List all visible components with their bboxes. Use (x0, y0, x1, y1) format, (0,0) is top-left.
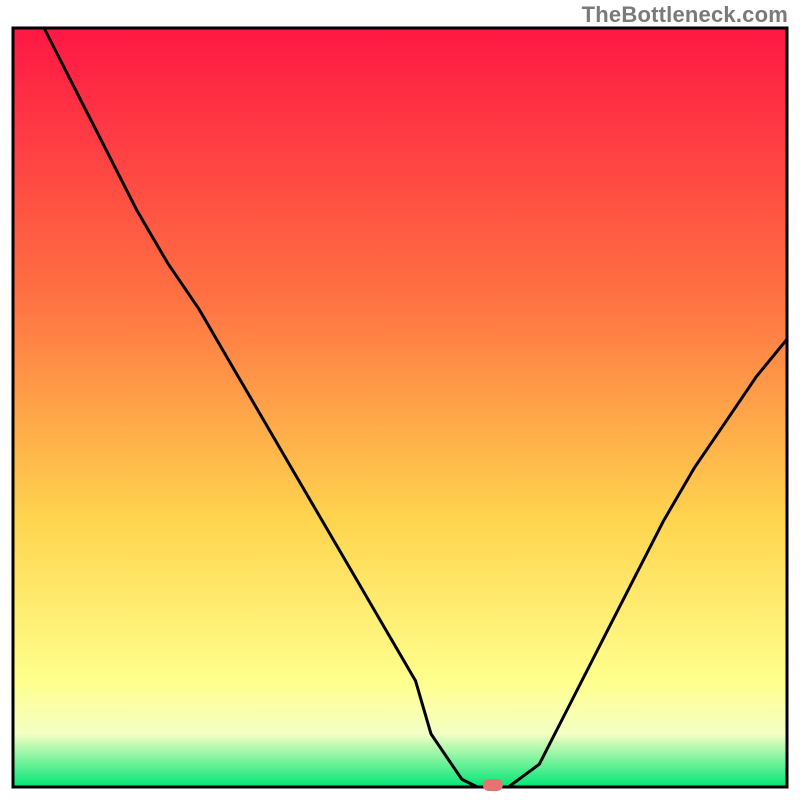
watermark-text: TheBottleneck.com (582, 2, 788, 28)
bottleneck-chart (0, 0, 800, 800)
chart-container: TheBottleneck.com (0, 0, 800, 800)
plot-background (13, 28, 787, 787)
optimal-marker (483, 779, 503, 791)
